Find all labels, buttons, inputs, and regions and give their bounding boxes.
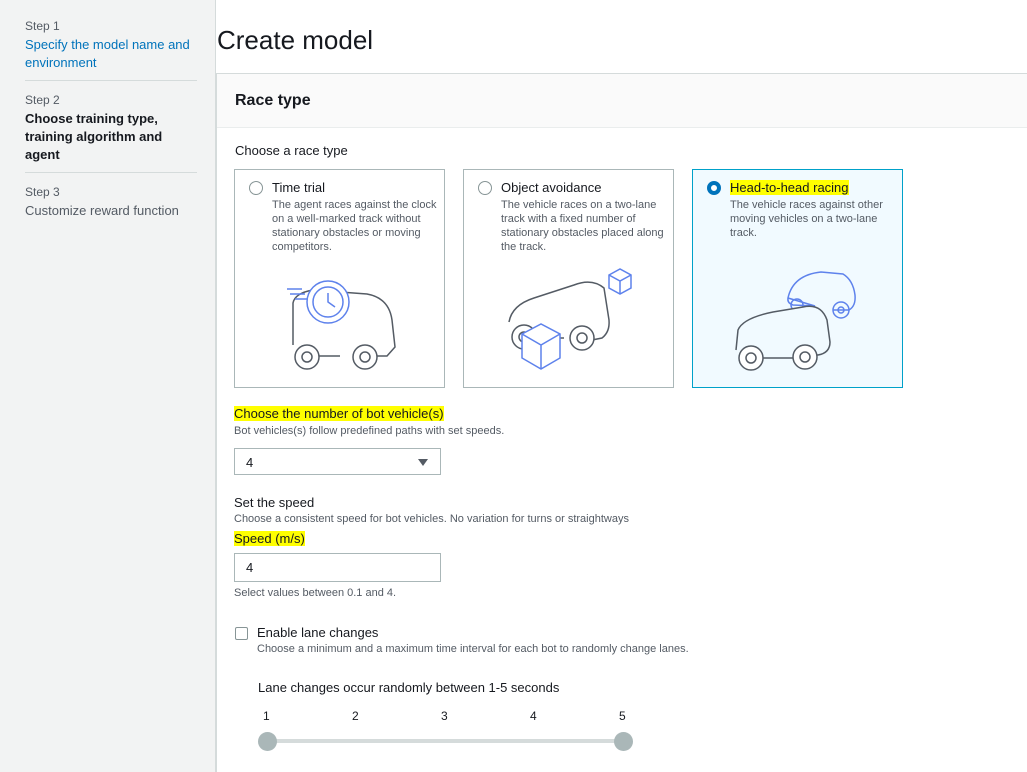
step-3: Step 3 Customize reward function <box>25 185 197 220</box>
bot-count-select[interactable]: 4 <box>234 448 441 475</box>
speed-section-label: Set the speed <box>234 495 315 510</box>
lane-changes-label[interactable]: Enable lane changes <box>257 625 378 640</box>
slider-tick: 5 <box>619 709 626 723</box>
speed-input[interactable] <box>234 553 441 582</box>
race-type-label: Choose a race type <box>235 143 348 158</box>
head-to-head-cars-illustration <box>735 271 856 371</box>
caret-down-icon <box>418 459 428 466</box>
step-divider <box>25 172 197 173</box>
speed-field-label: Speed (m/s) <box>234 531 305 546</box>
bot-count-description: Bot vehicles(s) follow predefined paths … <box>234 425 505 437</box>
slider-max-handle[interactable] <box>614 732 633 751</box>
slider-tick: 2 <box>352 709 359 723</box>
step-2: Step 2 Choose training type, training al… <box>25 93 197 164</box>
panel-header: Race type <box>217 74 1027 128</box>
race-option-time-trial[interactable]: Time trial The agent races against the c… <box>234 169 445 388</box>
lane-range-label: Lane changes occur randomly between 1-5 … <box>258 680 560 695</box>
lane-changes-description: Choose a minimum and a maximum time inte… <box>257 643 689 655</box>
slider-tick: 1 <box>263 709 270 723</box>
slider-min-handle[interactable] <box>258 732 277 751</box>
slider-tick: 3 <box>441 709 448 723</box>
lane-changes-checkbox[interactable] <box>235 627 248 640</box>
race-option-head-to-head[interactable]: Head-to-head racing The vehicle races ag… <box>692 169 903 388</box>
slider-tick: 4 <box>530 709 537 723</box>
step-1-title-link[interactable]: Specify the model name and environment <box>25 36 197 72</box>
race-option-object-avoidance[interactable]: Object avoidance The vehicle races on a … <box>463 169 674 388</box>
object-avoidance-car-illustration <box>508 268 632 370</box>
step-1[interactable]: Step 1 Specify the model name and enviro… <box>25 19 197 72</box>
step-1-number: Step 1 <box>25 19 60 33</box>
speed-hint: Select values between 0.1 and 4. <box>234 587 397 599</box>
time-trial-car-illustration <box>287 280 396 370</box>
step-3-number: Step 3 <box>25 185 60 199</box>
step-divider <box>25 80 197 81</box>
lane-range-slider-track[interactable] <box>267 739 623 743</box>
speed-section-description: Choose a consistent speed for bot vehicl… <box>234 513 629 525</box>
wizard-sidebar: Step 1 Specify the model name and enviro… <box>0 0 216 772</box>
bot-count-value: 4 <box>246 455 254 470</box>
step-2-title: Choose training type, training algorithm… <box>25 111 163 162</box>
bot-count-label: Choose the number of bot vehicle(s) <box>234 406 444 421</box>
step-3-title: Customize reward function <box>25 203 179 218</box>
page-title: Create model <box>217 25 374 55</box>
step-2-number: Step 2 <box>25 93 60 107</box>
